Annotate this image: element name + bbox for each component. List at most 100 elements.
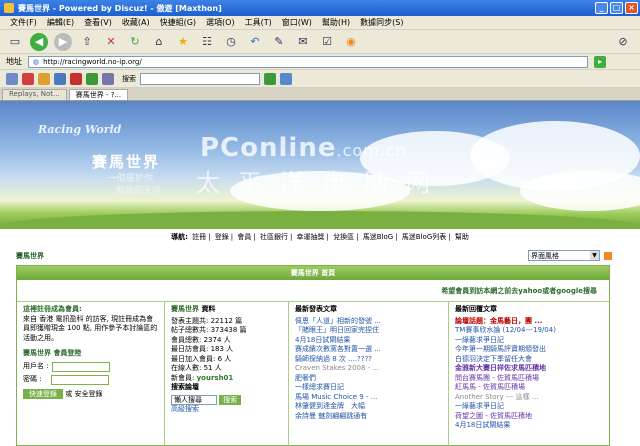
close-button[interactable]: ×	[625, 2, 638, 14]
nav-link-login[interactable]: 登錄	[215, 233, 229, 241]
list-item[interactable]: 論壇話題：金馬藝日，團 ...	[455, 317, 603, 327]
username-input[interactable]	[51, 361, 110, 372]
edit-icon[interactable]: ☑	[318, 33, 336, 51]
feed-icon[interactable]: ◉	[342, 33, 360, 51]
list-item[interactable]: 肥奢們	[295, 374, 442, 384]
menu-edit[interactable]: 編輯(E)	[47, 17, 74, 28]
nav-link-register[interactable]: 註冊	[192, 233, 206, 241]
groups-icon[interactable]: ☷	[198, 33, 216, 51]
forum-search-button[interactable]: 搜索	[219, 394, 242, 405]
welcome-text: 來自 香港 電訊盈科 的訪客, 現註冊成為會員即獲贈現金 100 點, 用作參予…	[23, 314, 158, 342]
history-icon[interactable]: ◷	[222, 33, 240, 51]
up-icon[interactable]: ⇧	[78, 33, 96, 51]
list-item[interactable]: 一樣總求賽日記	[295, 383, 442, 393]
forward-icon[interactable]: ▶	[54, 32, 72, 51]
search-engine-icon[interactable]	[280, 72, 292, 85]
list-item[interactable]: 佩恩「人道」相新的發號 ...	[295, 317, 442, 327]
close-tab-icon[interactable]	[22, 72, 34, 85]
minimize-button[interactable]: _	[595, 2, 608, 14]
column-stats: 賽馬世界 資料 發表主題共: 22112 篇 帖子總數共: 373438 篇 會…	[165, 302, 289, 446]
menu-groups[interactable]: 快捷組(G)	[160, 17, 196, 28]
banner-title: 賽馬世界	[92, 153, 161, 171]
nav-link-help[interactable]: 幫助	[455, 233, 469, 241]
list-item[interactable]: 4月18日試閘結果	[455, 421, 603, 431]
menu-window[interactable]: 窗口(W)	[282, 17, 312, 28]
search-type-select[interactable]: 懶人搜尋	[171, 394, 217, 405]
list-item[interactable]: Another Story --- 這樣 ...	[455, 393, 603, 403]
search-input[interactable]	[140, 72, 260, 85]
url-input[interactable]: ◍ http://racingworld.no-ip.org/	[28, 55, 588, 68]
list-item[interactable]: Craven Stakes 2008 - ...	[295, 364, 442, 374]
list-item[interactable]: TM賽事欣水論 (12/04---19/04)	[455, 326, 603, 336]
stats-title: 賽馬世界 資料	[171, 305, 216, 313]
list-item[interactable]: 馬場 Music Choice 9 - ...	[295, 393, 442, 403]
list-item[interactable]: 金雅新大賽日祥佐求馬匹積地	[455, 364, 603, 374]
advanced-search-link[interactable]: 高級搜索	[171, 405, 282, 415]
home-icon[interactable]: ⌂	[150, 33, 168, 51]
board-columns: 這裡註冊成為會員: 來自 香港 電訊盈科 的訪客, 現註冊成為會員即獲贈現金 1…	[17, 302, 609, 446]
window-controls: _ □ ×	[595, 2, 638, 14]
style-select[interactable]: 界面風格 ▼	[528, 250, 600, 261]
tab-list-icon[interactable]	[6, 72, 18, 85]
back-icon[interactable]: ◀	[30, 32, 48, 51]
maxthon-logo-icon[interactable]: ⊘	[614, 33, 632, 51]
nav-link-members[interactable]: 會員	[237, 233, 251, 241]
forum-name-link[interactable]: 賽馬世界	[16, 251, 44, 261]
quick-login-button[interactable]: 快速登錄	[23, 388, 63, 399]
undo-icon[interactable]: ↶	[246, 33, 264, 51]
menu-options[interactable]: 選項(O)	[206, 17, 235, 28]
stop-icon[interactable]: ✕	[102, 33, 120, 51]
favorites-star-icon[interactable]: ★	[174, 33, 192, 51]
list-item[interactable]: 4月18日試閘結果	[295, 336, 442, 346]
media-icon[interactable]	[102, 72, 114, 85]
board-frame: 賽馬世界 首頁 希望會員到訪本網之前去yahoo或者google搜尋 這裡註冊成…	[16, 265, 610, 446]
password-input[interactable]	[51, 374, 109, 385]
tab-replays[interactable]: Replays, Not...	[2, 89, 67, 100]
latest-replies-title: 最新回覆文章	[455, 305, 497, 313]
menu-sync[interactable]: 數據同步(S)	[360, 17, 403, 28]
split-view-icon[interactable]	[54, 72, 66, 85]
mail-icon[interactable]: ✉	[294, 33, 312, 51]
banner-logo-text: Racing World	[38, 123, 122, 136]
list-item[interactable]: 問台賽馬團 - 佐賀馬匹積場	[455, 374, 603, 384]
search-go-icon[interactable]	[264, 72, 276, 85]
new-tab-icon[interactable]: ▭	[6, 33, 24, 51]
list-item[interactable]: 騎師探納過 8 次 ....????	[295, 355, 442, 365]
menu-view[interactable]: 查看(V)	[84, 17, 112, 28]
page-favicon-icon: ◍	[33, 57, 40, 66]
list-item[interactable]: 一綠藝求爭日記	[455, 336, 603, 346]
list-item[interactable]: 「賭眼王」明日回家完捏住	[295, 326, 442, 336]
menu-favorites[interactable]: 收藏(A)	[122, 17, 150, 28]
menu-file[interactable]: 文件(F)	[10, 17, 37, 28]
go-button[interactable]: ▸	[594, 55, 606, 68]
register-link[interactable]: 註冊	[37, 305, 51, 313]
rss-icon[interactable]	[604, 252, 612, 260]
list-item[interactable]: 荷望之圖 - 佐賀馬匹積地	[455, 412, 603, 422]
menu-tools[interactable]: 工具(T)	[245, 17, 272, 28]
nav-link-exchange[interactable]: 兌換區	[333, 233, 354, 241]
new-member-link[interactable]: yoursh01	[197, 374, 234, 382]
list-item[interactable]: 一綠藝求爭日記	[455, 402, 603, 412]
menu-help[interactable]: 幫助(H)	[322, 17, 350, 28]
clean-icon[interactable]: ✎	[270, 33, 288, 51]
maximize-button[interactable]: □	[610, 2, 623, 14]
list-item[interactable]: 今年第一期騎馬評寶期頒發出	[455, 345, 603, 355]
list-item[interactable]: 白德羽決定下季留任大會	[455, 355, 603, 365]
column-latest-posts: 最新發表文章 佩恩「人道」相新的發號 ... 「賭眼王」明日回家完捏住 4月18…	[289, 302, 449, 446]
nav-link-blog-list[interactable]: 馬迷BloG列表	[402, 233, 446, 241]
stat-online: 在線人數: 51 人	[171, 364, 222, 372]
refresh-icon[interactable]: ↻	[126, 33, 144, 51]
secure-login-link[interactable]: 或 安全登錄	[65, 390, 102, 398]
nav-link-lottery[interactable]: 幸運抽獎	[297, 233, 325, 241]
list-item[interactable]: 林肇健到達金牌 大幅	[295, 402, 442, 412]
site-banner: Racing World 賽馬世界 一個屬於你 和我的天地 PConline.c…	[0, 101, 640, 229]
list-item[interactable]: 賽成績次數黨各對置一選 ...	[295, 345, 442, 355]
tab-racing-world[interactable]: 賽馬世界 - ?...	[68, 89, 129, 100]
nav-link-blog[interactable]: 馬迷BloG	[363, 233, 393, 241]
nav-link-bank[interactable]: 社區銀行	[260, 233, 288, 241]
flash-icon[interactable]	[86, 72, 98, 85]
list-item[interactable]: 紅馬馬 - 佐賀馬匹積場	[455, 383, 603, 393]
block-popup-icon[interactable]	[70, 72, 82, 85]
restore-tab-icon[interactable]	[38, 72, 50, 85]
list-item[interactable]: 余詩曼 魅劍翩翩跳通有	[295, 412, 442, 422]
